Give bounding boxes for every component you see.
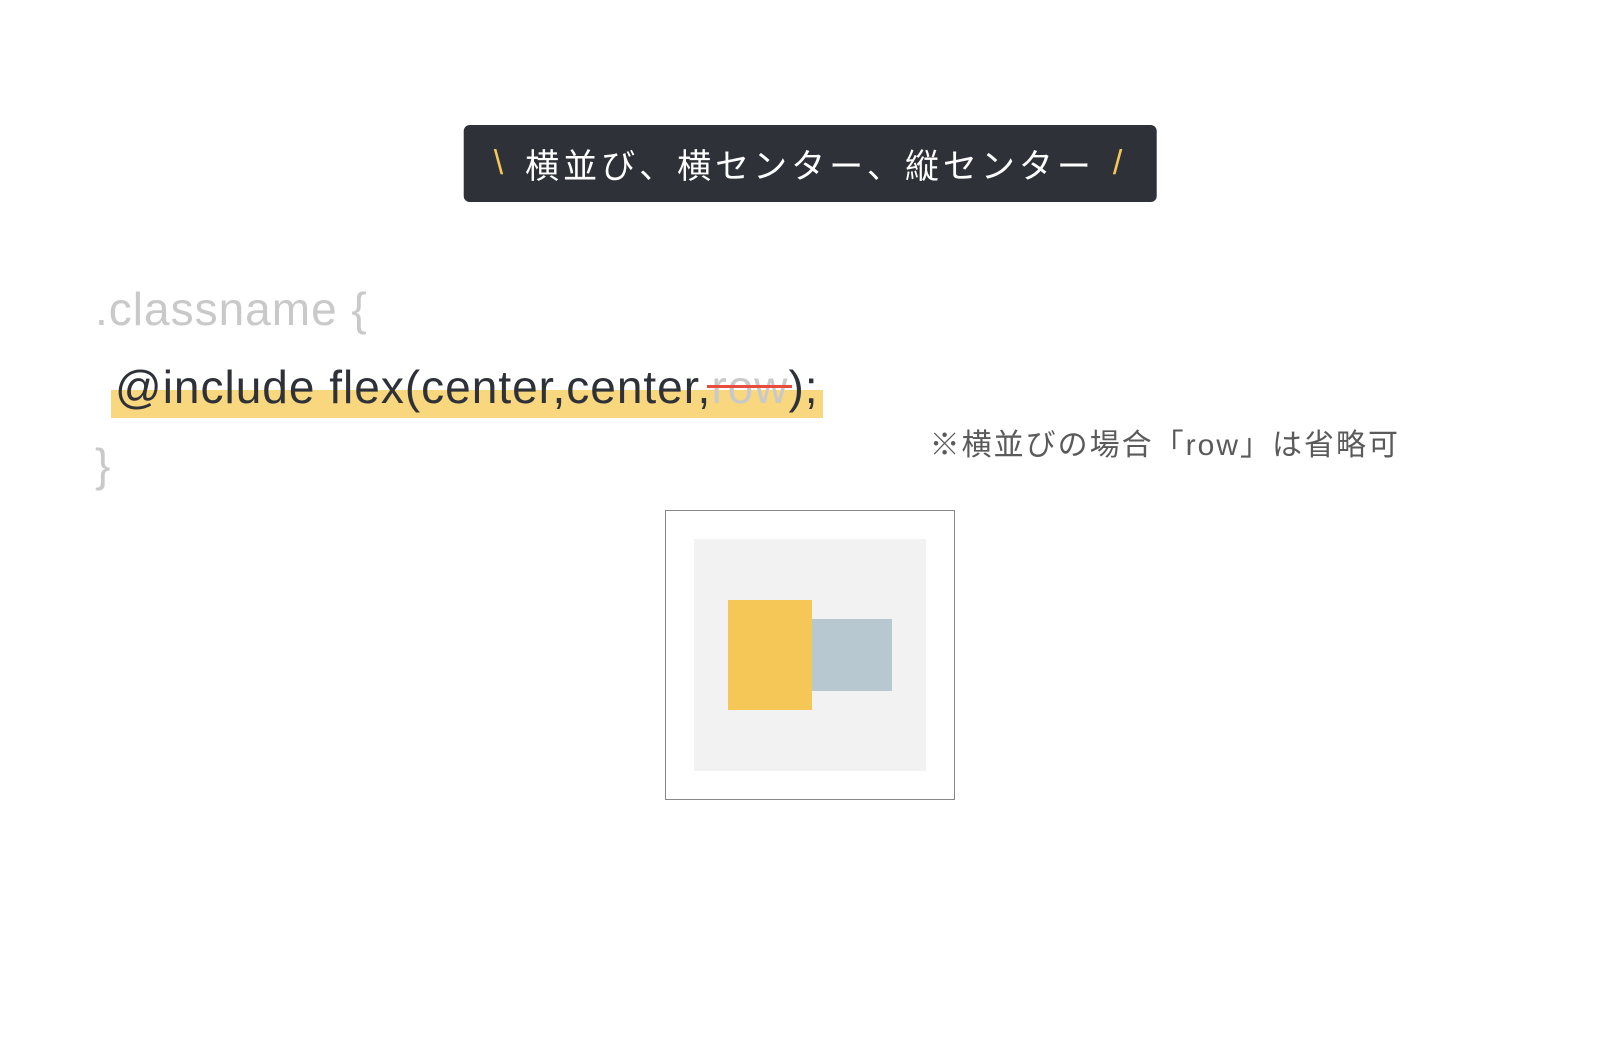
code-include-suffix: ); <box>788 361 818 413</box>
diagram-container <box>665 510 955 800</box>
code-block: .classname { @include flex(center,center… <box>95 270 819 505</box>
note-text: ※横並びの場合「row」は省略可 <box>930 420 1400 464</box>
slash-left-icon: \ <box>494 144 507 183</box>
code-include-prefix: @include flex(center,center, <box>115 361 711 413</box>
slash-right-icon: / <box>1113 144 1126 183</box>
diagram-flex-area <box>694 539 926 771</box>
code-selector-close: } <box>95 426 819 504</box>
header-title: 横並び、横センター、縦センター <box>525 139 1095 188</box>
diagram-box-yellow <box>728 600 812 710</box>
header-badge: \ 横並び、横センター、縦センター / <box>464 125 1157 202</box>
diagram-box-blue <box>812 619 892 691</box>
code-selector-open: .classname { <box>95 270 819 348</box>
code-include-line: @include flex(center,center,row); <box>115 348 819 426</box>
code-struck-row: row <box>711 348 788 426</box>
